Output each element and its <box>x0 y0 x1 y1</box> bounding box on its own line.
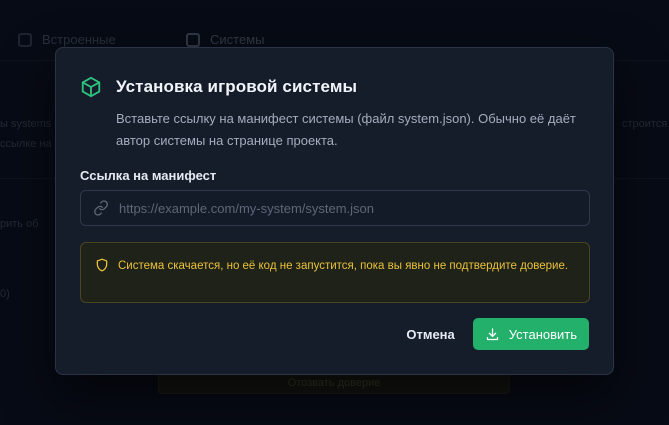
dialog-title: Установка игровой системы <box>116 77 358 96</box>
dialog-footer: Отмена Установить <box>406 318 589 350</box>
dialog-header: Установка игровой системы <box>80 76 357 98</box>
install-button-label: Установить <box>508 326 577 342</box>
cube-icon <box>80 76 102 98</box>
dialog-description: Вставьте ссылку на манифест системы (фай… <box>116 111 576 148</box>
link-icon <box>93 200 109 216</box>
trust-warning: Система скачается, но её код не запустит… <box>80 242 590 303</box>
download-icon <box>485 327 500 342</box>
manifest-url-input[interactable] <box>119 191 589 225</box>
install-button[interactable]: Установить <box>472 318 589 350</box>
cancel-button[interactable]: Отмена <box>406 327 454 342</box>
manifest-input-wrapper[interactable] <box>80 190 590 226</box>
install-system-dialog: Установка игровой системы Вставьте ссылк… <box>55 47 614 375</box>
warning-text: Система скачается, но её код не запустит… <box>118 260 569 272</box>
shield-icon <box>95 258 109 272</box>
manifest-field-label: Ссылка на манифест <box>80 168 217 183</box>
